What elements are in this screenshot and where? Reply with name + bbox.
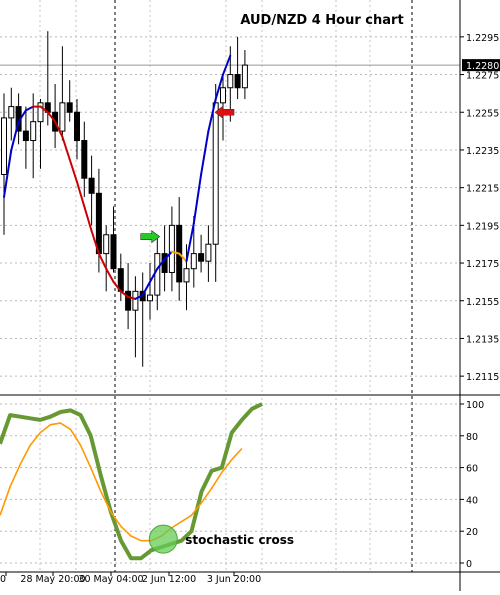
bullish-candle bbox=[205, 243, 212, 262]
time-tick-label: 3 Jun 20:00 bbox=[207, 574, 261, 585]
chart-background bbox=[0, 0, 500, 591]
bearish-candle bbox=[22, 130, 29, 142]
bullish-candle bbox=[220, 87, 226, 104]
price-tick-label: 1.2215 bbox=[466, 184, 499, 195]
bearish-candle bbox=[95, 192, 102, 255]
osc-tick-label: 0 bbox=[466, 559, 472, 570]
bearish-candle bbox=[66, 102, 73, 113]
bullish-candle bbox=[154, 253, 161, 296]
osc-tick-label: 40 bbox=[466, 495, 478, 506]
price-tick-label: 1.2115 bbox=[466, 372, 499, 383]
bullish-candle bbox=[1, 117, 7, 175]
bearish-candle bbox=[234, 74, 241, 89]
price-tick-label: 1.2235 bbox=[466, 146, 499, 157]
bullish-candle bbox=[103, 234, 110, 255]
bearish-candle bbox=[110, 234, 117, 270]
time-tick-label: 30 May 04:00 bbox=[78, 574, 143, 585]
osc-tick-label: 60 bbox=[466, 464, 478, 475]
bullish-candle bbox=[190, 253, 197, 270]
bullish-candle bbox=[59, 102, 66, 132]
bearish-candle bbox=[88, 177, 95, 194]
osc-tick-label: 20 bbox=[466, 527, 478, 538]
stochastic-cross-label: stochastic cross bbox=[185, 533, 294, 547]
stochastic-cross-marker bbox=[148, 524, 178, 554]
price-tick-label: 1.2155 bbox=[466, 297, 499, 308]
price-tick-label: 1.2195 bbox=[466, 221, 499, 232]
time-tick-label: 28 May 20:00 bbox=[20, 574, 85, 585]
bullish-candle bbox=[132, 290, 139, 311]
bullish-candle bbox=[147, 294, 153, 302]
current-price-label: 1.2280 bbox=[466, 61, 499, 72]
chart-title: AUD/NZD 4 Hour chart bbox=[240, 13, 403, 28]
bullish-candle bbox=[212, 102, 219, 245]
bullish-candle bbox=[227, 74, 234, 89]
chart-root: stochastic cross 1.2295 1.2275 1.2255 1.223… bbox=[0, 0, 500, 591]
bearish-candle bbox=[74, 111, 80, 142]
bullish-candle bbox=[168, 224, 175, 273]
price-tick-label: 1.2175 bbox=[466, 259, 499, 270]
time-tick-label: 2 Jun 12:00 bbox=[142, 574, 196, 585]
forex-chart: stochastic cross 1.2295 1.2275 1.2255 1.223… bbox=[0, 0, 500, 591]
osc-tick-label: 80 bbox=[466, 432, 478, 443]
price-tick-label: 1.2255 bbox=[466, 108, 499, 119]
osc-tick-label: 100 bbox=[466, 400, 484, 411]
price-tick-label: 1.2295 bbox=[466, 33, 499, 44]
time-tick-label: 00 bbox=[0, 574, 6, 585]
price-tick-label: 1.2275 bbox=[466, 71, 499, 82]
bullish-candle bbox=[183, 268, 190, 283]
bearish-candle bbox=[81, 140, 88, 179]
bullish-candle bbox=[8, 106, 15, 119]
bearish-candle bbox=[198, 253, 205, 262]
bullish-candle bbox=[30, 121, 37, 142]
price-tick-label: 1.2135 bbox=[466, 334, 499, 345]
bullish-candle bbox=[241, 64, 248, 89]
bearish-candle bbox=[125, 290, 132, 311]
